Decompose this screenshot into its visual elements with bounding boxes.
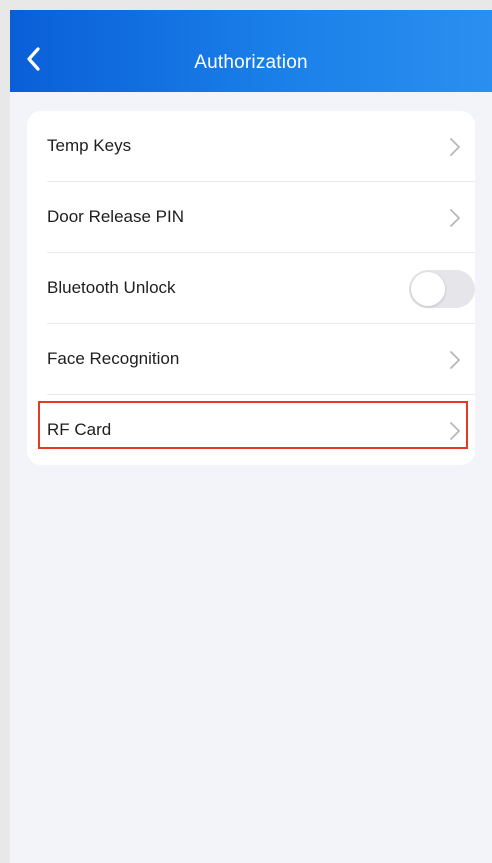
settings-item-door-release-pin[interactable]: Door Release PIN [27, 182, 475, 252]
settings-item-label: RF Card [47, 420, 112, 439]
chevron-right-icon [450, 209, 460, 227]
settings-item-label: Temp Keys [47, 136, 132, 155]
settings-item-label: Door Release PIN [47, 207, 185, 226]
app-screen: Authorization Temp Keys Door Release PIN… [10, 10, 492, 863]
settings-item-temp-keys[interactable]: Temp Keys [27, 111, 475, 181]
settings-item-rf-card[interactable]: RF Card [27, 395, 475, 465]
settings-card: Temp Keys Door Release PIN Bluetooth Unl… [27, 111, 475, 465]
bluetooth-unlock-toggle[interactable] [409, 270, 475, 308]
settings-item-label: Face Recognition [47, 349, 180, 368]
chevron-right-icon [450, 422, 460, 440]
page-title: Authorization [194, 52, 308, 73]
toggle-knob [411, 272, 445, 306]
settings-item-label: Bluetooth Unlock [47, 278, 176, 297]
chevron-right-icon [450, 351, 460, 369]
header-bar: Authorization [10, 10, 492, 92]
chevron-right-icon [450, 138, 460, 156]
settings-item-bluetooth-unlock: Bluetooth Unlock [27, 253, 475, 323]
settings-item-face-recognition[interactable]: Face Recognition [27, 324, 475, 394]
